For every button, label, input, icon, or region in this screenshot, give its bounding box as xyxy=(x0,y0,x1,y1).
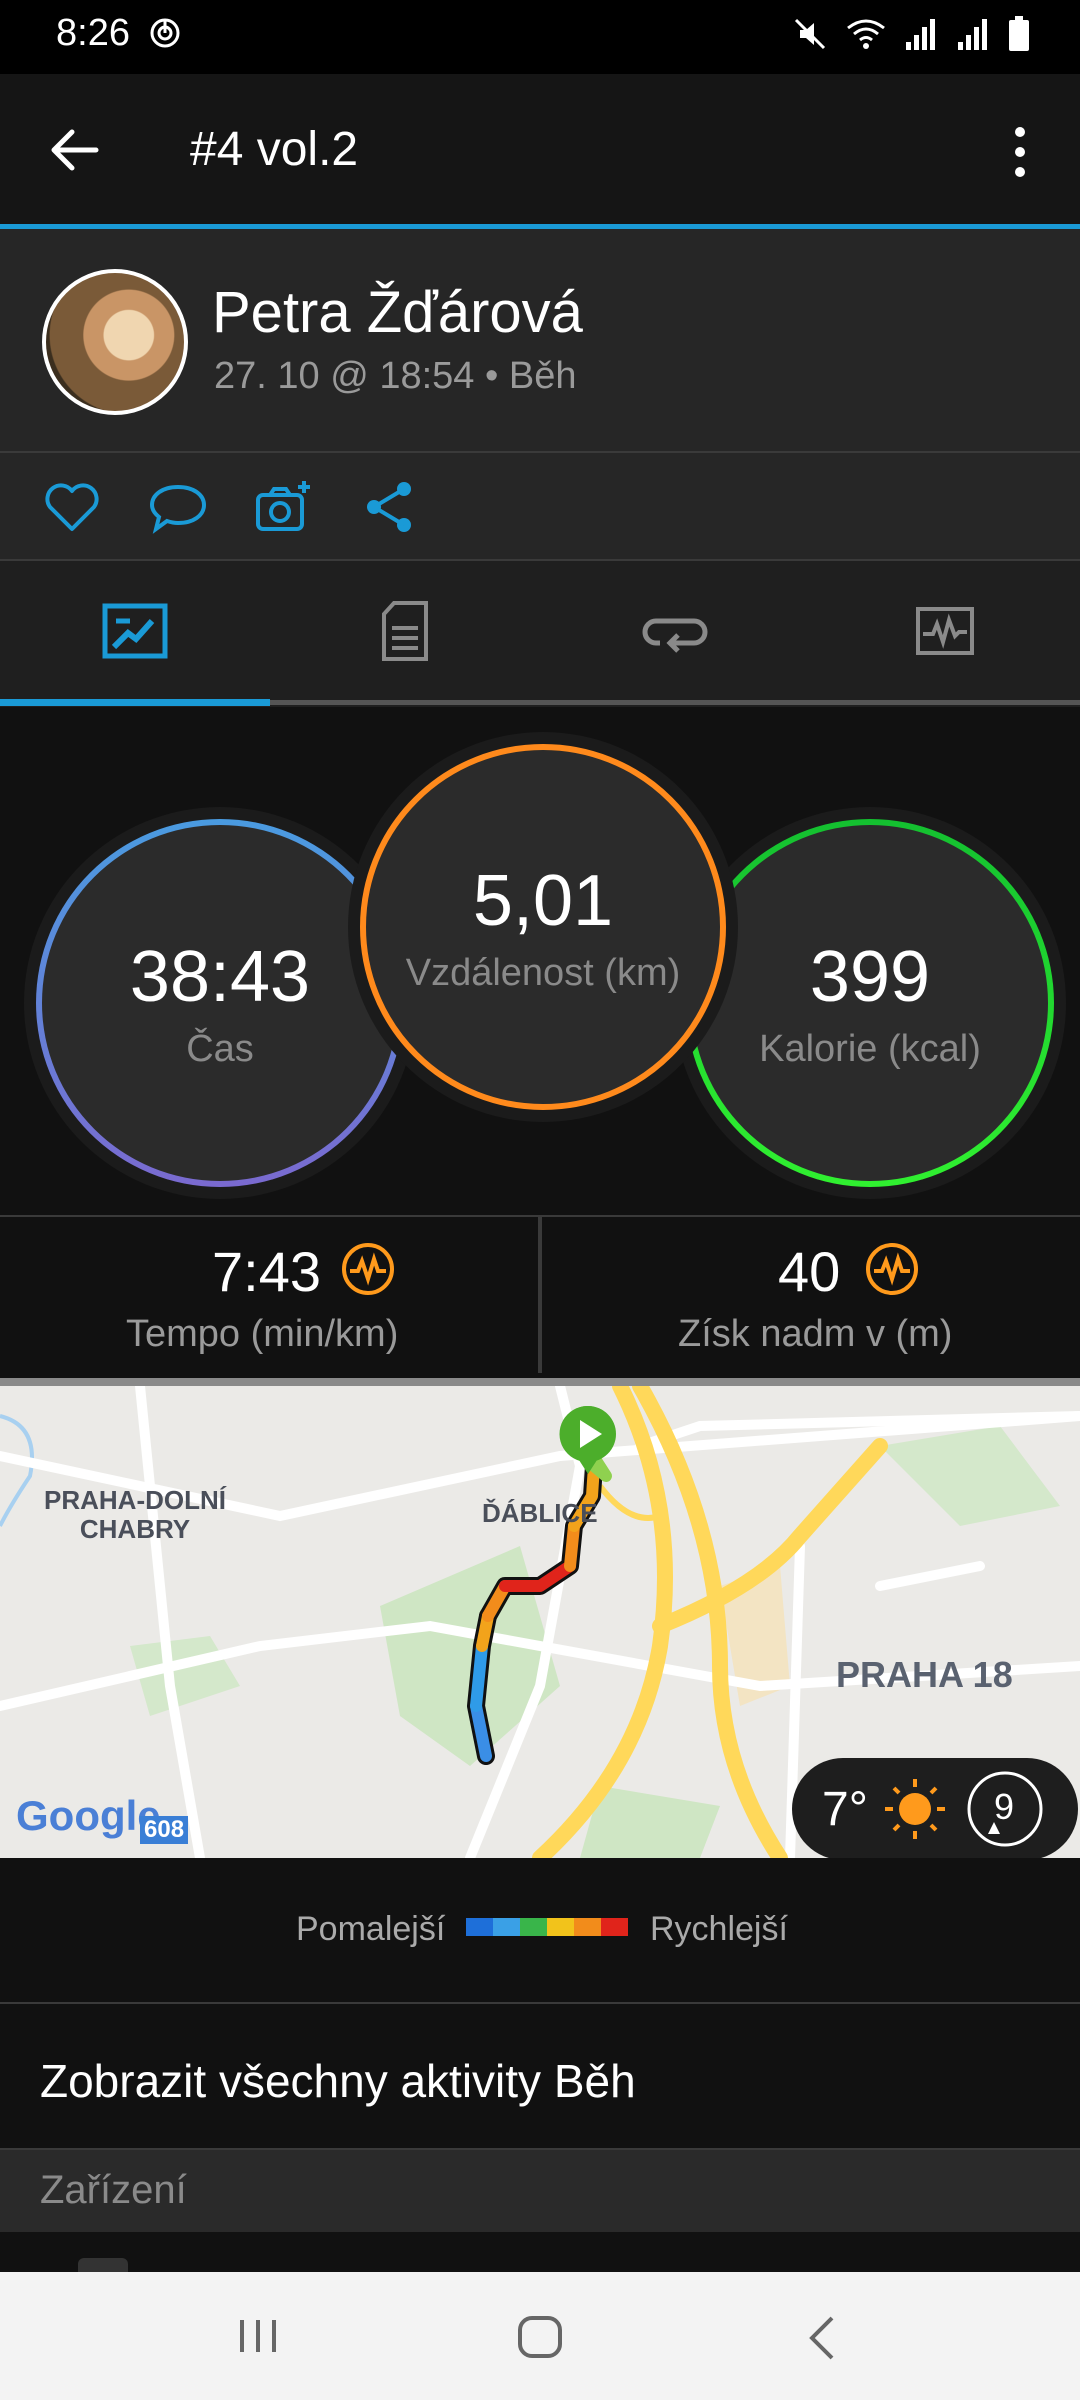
back-nav-icon[interactable] xyxy=(804,2314,840,2362)
app-bar: #4 vol.2 xyxy=(0,74,1080,229)
distance-label: Vzdálenost (km) xyxy=(405,951,681,994)
add-photo-icon[interactable] xyxy=(254,477,314,537)
pace-badge-icon[interactable] xyxy=(340,1241,396,1297)
calories-label: Kalorie (kcal) xyxy=(759,1027,981,1070)
tab-indicator xyxy=(0,699,270,706)
view-all-activities-row[interactable]: Zobrazit všechny aktivity Běh xyxy=(0,2004,1080,2150)
road-number: 608 xyxy=(140,1816,189,1844)
laps-icon xyxy=(642,618,708,653)
elevation-stat: 40 Získ nadm v (m) xyxy=(542,1217,1080,1373)
tab-overview[interactable] xyxy=(0,561,270,701)
secondary-stats: 7:43 Tempo (min/km) 40 Získ nadm v (m) xyxy=(0,1215,1080,1373)
distance-circle: 5,01 Vzdálenost (km) xyxy=(360,744,726,1110)
page-title: #4 vol.2 xyxy=(190,123,359,176)
calories-circle: 399 Kalorie (kcal) xyxy=(686,819,1054,1187)
elevation-badge-icon[interactable] xyxy=(864,1241,920,1297)
device-section-content xyxy=(0,2232,1080,2272)
action-row xyxy=(0,453,1080,561)
share-icon[interactable] xyxy=(360,477,420,537)
avatar[interactable] xyxy=(42,269,188,415)
map-label-line1: PRAHA-DOLNÍ xyxy=(44,1485,226,1515)
pace-value: 7:43 xyxy=(212,1240,321,1303)
legend-gradient-bar xyxy=(466,1918,628,1936)
tab-charts[interactable] xyxy=(810,561,1080,701)
stats-overview-icon xyxy=(102,603,168,659)
legend-faster: Rychlejší xyxy=(650,1910,788,1948)
back-arrow-icon[interactable] xyxy=(46,122,102,178)
weather-widget[interactable]: 7° 9 xyxy=(792,1758,1078,1858)
more-options-icon[interactable] xyxy=(1000,122,1040,182)
distance-value: 5,01 xyxy=(472,860,614,941)
calories-value: 399 xyxy=(809,936,931,1017)
wifi-icon xyxy=(847,19,885,49)
temperature: 7° xyxy=(822,1783,868,1836)
pace-stat: 7:43 Tempo (min/km) xyxy=(0,1217,538,1373)
tab-bar xyxy=(0,561,1080,707)
document-icon xyxy=(382,601,428,661)
system-nav-bar xyxy=(0,2272,1080,2400)
comment-icon[interactable] xyxy=(148,477,208,537)
time-circle: 38:43 Čas xyxy=(36,819,404,1187)
map-label-praha-dolni-chabry: PRAHA-DOLNÍ CHABRY xyxy=(44,1486,226,1543)
view-all-activities-link[interactable]: Zobrazit všechny aktivity Běh xyxy=(40,2054,636,2108)
time-label: Čas xyxy=(186,1027,254,1070)
device-section-header: Zařízení xyxy=(0,2150,1080,2232)
user-name: Petra Žďárová xyxy=(212,280,583,345)
profile-header: Petra Žďárová 27. 10 @ 18:54 • Běh xyxy=(0,229,1080,453)
signal-icon-2 xyxy=(958,19,987,50)
map-label-praha-18: PRAHA 18 xyxy=(836,1654,1013,1695)
stats-panel: 38:43 Čas 399 Kalorie (kcal) 5,01 Vzdále… xyxy=(0,707,1080,1215)
tab-details[interactable] xyxy=(270,561,540,701)
map-label-line2: CHABRY xyxy=(79,1513,191,1544)
elevation-value: 40 xyxy=(778,1240,841,1303)
activity-meta: 27. 10 @ 18:54 • Běh xyxy=(214,355,577,397)
tab-laps[interactable] xyxy=(540,561,810,701)
signal-icon xyxy=(906,19,935,50)
wind-speed: 9 xyxy=(994,1786,1015,1827)
elevation-label: Získ nadm v (m) xyxy=(678,1313,953,1355)
time-value: 38:43 xyxy=(129,936,311,1017)
status-bar: 8:26 xyxy=(0,0,1080,74)
chart-icon xyxy=(916,607,974,655)
device-icon xyxy=(78,2258,128,2272)
recent-apps-icon[interactable] xyxy=(236,2316,280,2356)
battery-icon xyxy=(1009,16,1029,51)
map-label-dablice: ĎÁBLICE xyxy=(482,1498,598,1528)
google-logo: Google xyxy=(16,1792,161,1839)
pace-label: Tempo (min/km) xyxy=(126,1313,399,1355)
mute-icon xyxy=(794,18,826,50)
heart-icon[interactable] xyxy=(42,477,102,537)
home-icon[interactable] xyxy=(516,2314,564,2360)
pace-legend: Pomalejší Rychlejší xyxy=(0,1862,1080,2004)
status-time: 8:26 xyxy=(56,12,130,54)
status-icons xyxy=(792,14,1030,54)
section-title: Zařízení xyxy=(40,2168,187,2212)
sun-icon xyxy=(885,1779,945,1839)
route-map[interactable]: PRAHA-DOLNÍ CHABRY ĎÁBLICE PRAHA 18 Goog… xyxy=(0,1378,1080,1858)
sync-icon xyxy=(150,18,180,48)
legend-slower: Pomalejší xyxy=(296,1910,446,1948)
